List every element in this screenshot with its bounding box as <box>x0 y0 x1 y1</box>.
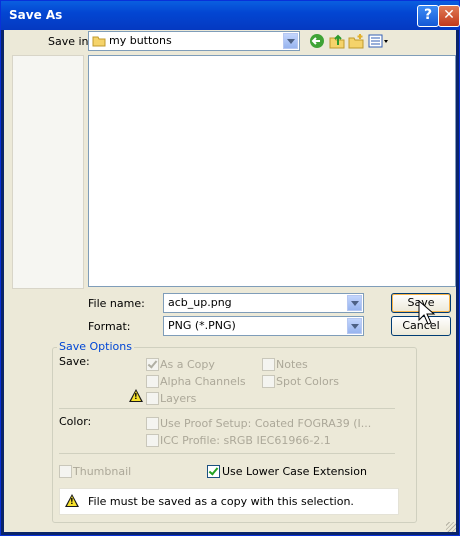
alpha-channels-checkbox[interactable] <box>146 375 159 388</box>
help-button[interactable]: ? <box>417 5 439 27</box>
folder-icon <box>92 36 106 47</box>
file-name-label: File name: <box>88 297 145 310</box>
file-name-input[interactable]: acb_up.png <box>163 293 364 313</box>
thumbnail-label: Thumbnail <box>73 465 132 478</box>
warning-text: File must be saved as a copy with this s… <box>88 495 354 508</box>
close-icon: ✕ <box>443 7 455 23</box>
chevron-down-icon[interactable] <box>347 295 362 311</box>
divider <box>59 453 395 454</box>
as-a-copy-checkbox[interactable] <box>146 358 159 371</box>
save-in-value: my buttons <box>109 34 172 47</box>
lower-case-extension-checkbox[interactable] <box>207 465 220 478</box>
divider <box>59 408 395 409</box>
use-proof-setup-label: Use Proof Setup: Coated FOGRA39 (I... <box>160 417 372 430</box>
save-as-dialog: Save As ? ✕ Save in: my buttons File nam… <box>0 0 460 536</box>
mouse-cursor-icon <box>418 300 436 325</box>
notes-label: Notes <box>276 358 308 371</box>
as-a-copy-label: As a Copy <box>160 358 215 371</box>
notes-checkbox[interactable] <box>262 358 275 371</box>
close-button[interactable]: ✕ <box>438 5 460 27</box>
file-name-value: acb_up.png <box>168 296 232 309</box>
warning-message-box: ! File must be saved as a copy with this… <box>59 488 399 515</box>
resize-grip[interactable] <box>446 522 456 532</box>
file-list-pane[interactable] <box>88 55 456 287</box>
format-label: Format: <box>88 320 131 333</box>
layers-label: Layers <box>160 392 197 405</box>
up-folder-icon[interactable] <box>329 33 345 49</box>
use-proof-setup-checkbox[interactable] <box>146 417 159 430</box>
warning-icon: ! <box>65 494 79 507</box>
color-label: Color: <box>59 415 92 428</box>
alpha-channels-label: Alpha Channels <box>160 375 246 388</box>
places-bar <box>12 55 84 289</box>
warning-icon: ! <box>129 389 143 402</box>
save-options-title: Save Options <box>57 340 134 353</box>
back-arrow-icon[interactable] <box>309 33 325 49</box>
save-in-label: Save in: <box>48 35 93 48</box>
format-value: PNG (*.PNG) <box>168 319 236 332</box>
spot-colors-label: Spot Colors <box>276 375 339 388</box>
format-dropdown[interactable]: PNG (*.PNG) <box>163 316 364 336</box>
layers-checkbox[interactable] <box>146 392 159 405</box>
view-menu-icon[interactable] <box>368 33 390 49</box>
spot-colors-checkbox[interactable] <box>262 375 275 388</box>
thumbnail-checkbox[interactable] <box>59 465 72 478</box>
title-bar[interactable]: Save As ? ✕ <box>1 1 460 30</box>
chevron-down-icon[interactable] <box>347 318 362 334</box>
icc-profile-label: ICC Profile: sRGB IEC61966-2.1 <box>160 434 331 447</box>
save-label: Save: <box>59 355 90 368</box>
help-icon: ? <box>423 7 433 23</box>
save-in-dropdown[interactable]: my buttons <box>88 31 300 51</box>
new-folder-icon[interactable] <box>348 33 364 49</box>
window-title: Save As <box>9 8 63 22</box>
chevron-down-icon[interactable] <box>283 33 298 49</box>
icc-profile-checkbox[interactable] <box>146 434 159 447</box>
lower-case-extension-label: Use Lower Case Extension <box>222 465 367 478</box>
